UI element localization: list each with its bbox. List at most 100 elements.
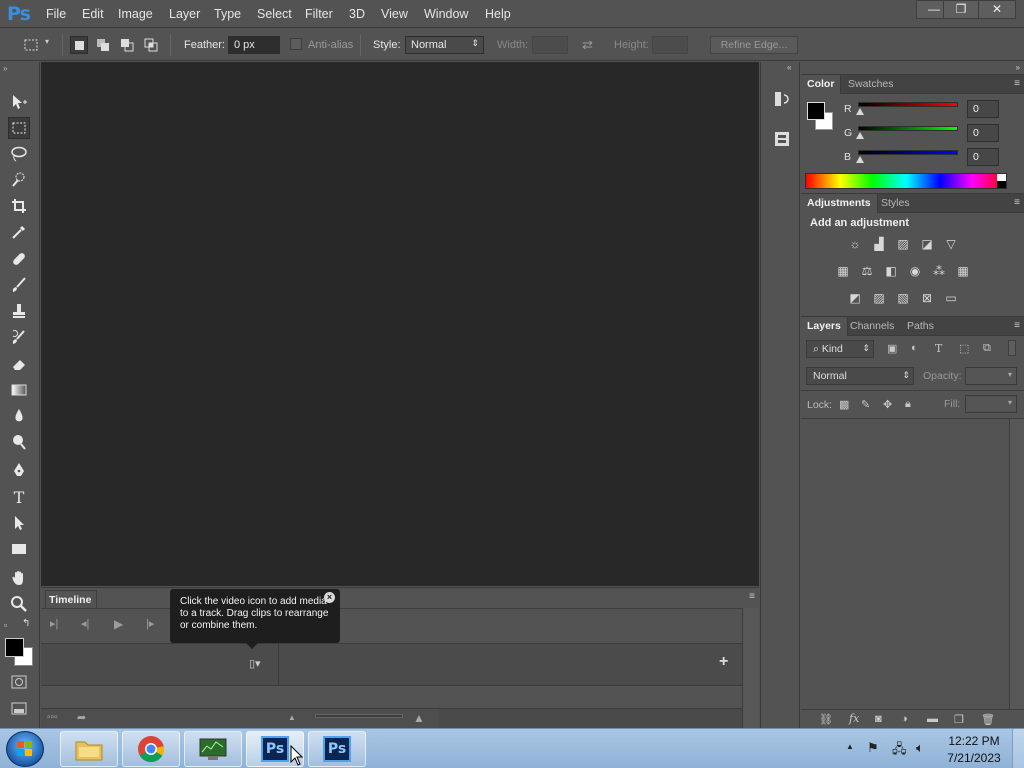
show-hidden-icons[interactable]: ▲	[846, 742, 854, 751]
volume-icon[interactable]: 🔈︎	[916, 740, 924, 756]
network-icon[interactable]: 🖧︎	[892, 740, 907, 762]
properties-panel-icon[interactable]	[772, 129, 792, 149]
layers-list[interactable]	[801, 419, 1009, 709]
blue-slider-thumb[interactable]	[856, 156, 864, 163]
opacity-field[interactable]: ▾	[965, 367, 1017, 385]
go-to-first-frame-icon[interactable]: ▸|	[50, 617, 58, 630]
menu-filter[interactable]: Filter	[305, 7, 333, 21]
style-select[interactable]: Normal ⇕	[405, 36, 484, 54]
exposure-icon[interactable]: ◪	[919, 237, 935, 251]
zoom-in-icon[interactable]: ▲	[413, 711, 425, 725]
add-mask-icon[interactable]: ◙	[875, 713, 882, 725]
selective-color-icon[interactable]: ⊠	[919, 291, 935, 305]
show-desktop-button[interactable]	[1012, 729, 1024, 768]
timeline-hscrollbar[interactable]	[439, 709, 742, 729]
channel-mixer-icon[interactable]: ⁂	[931, 264, 947, 278]
preset-dropdown-icon[interactable]: ▾	[45, 37, 49, 46]
dodge-tool-icon[interactable]	[8, 431, 30, 453]
swap-colors-icon[interactable]: ↰	[22, 618, 30, 629]
adjustment-layer-filter-icon[interactable]: ◐	[911, 342, 918, 354]
zoom-tool-icon[interactable]	[8, 593, 30, 615]
pixel-layer-filter-icon[interactable]: ▣	[887, 342, 897, 355]
layers-scrollbar[interactable]	[1009, 419, 1024, 709]
foreground-color-swatch[interactable]	[5, 638, 24, 657]
gradient-map-icon[interactable]: ▭	[943, 291, 959, 305]
height-input[interactable]	[652, 36, 688, 54]
new-adjustment-layer-icon[interactable]: ◑	[901, 713, 908, 725]
add-track-button[interactable]: +	[719, 653, 728, 671]
new-selection-icon[interactable]	[70, 36, 88, 54]
expand-icon[interactable]: «	[787, 63, 791, 72]
curves-icon[interactable]: ▨	[895, 237, 911, 251]
taskbar-app[interactable]	[184, 731, 242, 767]
filter-toggle[interactable]	[1008, 340, 1016, 356]
tab-styles[interactable]: Styles	[881, 197, 910, 209]
menu-help[interactable]: Help	[485, 7, 511, 21]
timeline-scrollbar[interactable]	[742, 608, 759, 729]
tab-layers[interactable]: Layers	[801, 317, 848, 336]
delete-layer-icon[interactable]: 🗑︎	[981, 713, 995, 726]
threshold-icon[interactable]: ▧	[895, 291, 911, 305]
type-tool-icon[interactable]: T	[8, 486, 30, 508]
quick-selection-tool-icon[interactable]	[8, 169, 30, 191]
fill-field[interactable]: ▾	[965, 395, 1017, 413]
smart-object-filter-icon[interactable]: ⧉	[983, 342, 991, 355]
green-slider[interactable]	[858, 126, 958, 131]
type-layer-filter-icon[interactable]: T	[935, 342, 942, 355]
vibrance-icon[interactable]: ▽	[943, 237, 959, 251]
move-tool-icon[interactable]	[8, 91, 30, 113]
black-swatch[interactable]	[997, 181, 1006, 188]
previous-frame-icon[interactable]: ◂|	[81, 617, 89, 630]
default-colors-icon[interactable]: ▫	[4, 620, 7, 630]
menu-file[interactable]: File	[46, 7, 66, 21]
new-layer-icon[interactable]: ❐	[954, 713, 964, 726]
intersect-selection-icon[interactable]	[142, 36, 160, 54]
eyedropper-tool-icon[interactable]	[8, 221, 30, 243]
subtract-from-selection-icon[interactable]	[118, 36, 136, 54]
zoom-slider[interactable]	[315, 714, 403, 718]
screen-mode-icon[interactable]	[8, 698, 30, 720]
menu-layer[interactable]: Layer	[169, 7, 200, 21]
pen-tool-icon[interactable]	[8, 459, 30, 481]
timeline-tab[interactable]: Timeline	[45, 590, 97, 608]
brightness-contrast-icon[interactable]: ☼	[847, 237, 863, 251]
feather-input[interactable]: 0 px	[228, 36, 280, 54]
foreground-color-swatch[interactable]	[807, 102, 825, 120]
next-frame-icon[interactable]: |▸	[146, 617, 154, 630]
taskbar-file-explorer[interactable]	[60, 731, 118, 767]
red-slider-thumb[interactable]	[856, 108, 864, 115]
taskbar-photoshop-2[interactable]: Ps	[308, 731, 366, 767]
swap-icon[interactable]: ⇄	[582, 37, 593, 53]
history-brush-tool-icon[interactable]	[8, 326, 30, 348]
color-spectrum[interactable]	[805, 173, 1007, 189]
lock-transparent-pixels-icon[interactable]: ▩	[839, 398, 849, 411]
levels-icon[interactable]: ▟	[871, 237, 887, 251]
blend-mode-select[interactable]: Normal ⇕	[806, 367, 914, 385]
taskbar-chrome[interactable]	[122, 731, 180, 767]
video-icon[interactable]: ▯▾	[249, 657, 261, 670]
quick-mask-icon[interactable]	[8, 671, 30, 693]
clone-stamp-tool-icon[interactable]	[8, 300, 30, 322]
lock-position-icon[interactable]: ✥	[883, 398, 892, 411]
play-icon[interactable]: ▶	[114, 617, 123, 631]
blue-slider[interactable]	[858, 150, 958, 155]
crop-tool-icon[interactable]	[8, 195, 30, 217]
photo-filter-icon[interactable]: ◉	[907, 264, 923, 278]
menu-type[interactable]: Type	[214, 7, 241, 21]
zoom-out-icon[interactable]: ▲	[288, 713, 296, 722]
render-icon[interactable]: ➦	[77, 711, 86, 724]
panel-menu-icon[interactable]: ≡	[1014, 78, 1020, 89]
color-balance-icon[interactable]: ⚖	[859, 264, 875, 278]
blue-value-field[interactable]: 0	[967, 148, 999, 166]
brush-tool-icon[interactable]	[8, 274, 30, 296]
panel-menu-icon[interactable]: ≡	[1014, 320, 1020, 331]
hue-saturation-icon[interactable]: ▦	[835, 264, 851, 278]
collapse-icon[interactable]: »	[3, 64, 7, 73]
color-lookup-icon[interactable]: ▦	[955, 264, 971, 278]
panel-menu-icon[interactable]: ≡	[1014, 197, 1020, 208]
rectangle-tool-icon[interactable]	[8, 538, 30, 560]
tab-swatches[interactable]: Swatches	[848, 78, 894, 90]
lasso-tool-icon[interactable]	[8, 143, 30, 165]
layer-filter-select[interactable]: ⌕ Kind ⇕	[806, 340, 874, 358]
layer-style-icon[interactable]: fx	[849, 712, 859, 725]
